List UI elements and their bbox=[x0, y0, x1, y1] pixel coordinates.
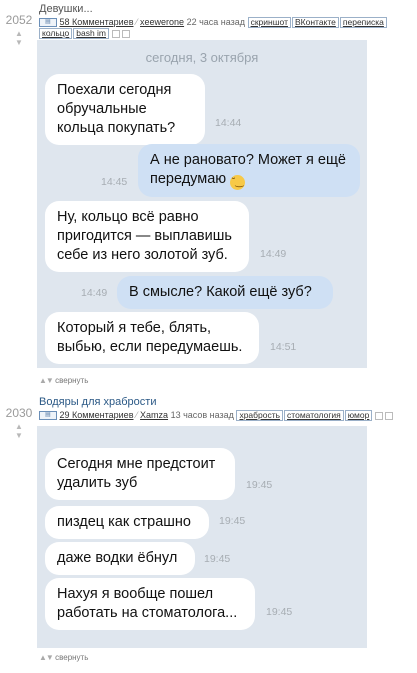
chat-screenshot: сегодня, 3 октября Поехали сегодня обруч… bbox=[37, 40, 367, 368]
tag[interactable]: кольцо bbox=[39, 28, 73, 39]
collapse-link[interactable]: ▲▼ свернуть bbox=[39, 653, 88, 662]
message-bubble: Который я тебе, блять, выбью, если перед… bbox=[45, 312, 259, 364]
message-time: 14:49 bbox=[260, 248, 287, 260]
story-title[interactable]: Девушки... bbox=[39, 3, 93, 15]
message-bubble: В смысле? Какой ещё зуб? bbox=[117, 276, 333, 309]
share-icon[interactable] bbox=[385, 411, 394, 420]
smirk-emoji-icon: ˘‿ bbox=[230, 175, 246, 190]
message-bubble: пиздец как страшно bbox=[45, 506, 209, 539]
vote-arrows[interactable]: ▲ ▼ bbox=[4, 29, 34, 47]
rating-value: 2052 bbox=[5, 13, 33, 27]
message-text: даже водки ёбнул bbox=[57, 550, 178, 566]
tag[interactable]: стоматология bbox=[284, 410, 344, 421]
message-bubble: Нахуя я вообще пошел работать на стомато… bbox=[45, 578, 255, 630]
message-bubble: даже водки ёбнул bbox=[45, 542, 195, 575]
tag[interactable]: скриншот bbox=[247, 17, 291, 28]
vote-arrows[interactable]: ▲ ▼ bbox=[4, 422, 34, 440]
comments-link[interactable]: 29 Комментариев bbox=[60, 410, 134, 420]
date-separator: сегодня, 3 октября bbox=[145, 50, 259, 65]
message-bubble: Поехали сегодня обручальные кольца покуп… bbox=[45, 74, 205, 145]
message-text: Ну, кольцо всё равно пригодится — выплав… bbox=[57, 209, 232, 263]
message-time: 19:45 bbox=[246, 479, 273, 491]
save-icon[interactable] bbox=[112, 29, 121, 38]
tag[interactable]: храбрость bbox=[236, 410, 284, 421]
message-text: В смысле? Какой ещё зуб? bbox=[129, 284, 312, 300]
time-ago: 13 часов назад bbox=[170, 410, 234, 420]
message-time: 19:45 bbox=[204, 553, 231, 565]
message-time: 19:45 bbox=[266, 606, 293, 618]
message-text: Который я тебе, блять, выбью, если перед… bbox=[57, 320, 243, 355]
time-ago: 22 часа назад bbox=[186, 17, 246, 27]
story-meta: ▤ 29 Комментариев ⁄ Xamza 13 часов назад… bbox=[39, 410, 413, 421]
message-text: пиздец как страшно bbox=[57, 514, 191, 530]
author-icon: ⁄ bbox=[136, 410, 138, 420]
collapse-arrows-icon: ▲▼ bbox=[39, 653, 54, 662]
save-icon[interactable] bbox=[375, 411, 384, 420]
story-meta: ▤ 58 Комментариев ⁄ xeewerone 22 часа на… bbox=[39, 17, 413, 39]
author-icon: ⁄ bbox=[136, 17, 138, 27]
collapse-label: свернуть bbox=[55, 653, 89, 662]
message-time: 14:45 bbox=[101, 176, 128, 188]
message-bubble: А не рановато? Может я ещё передумаю ˘‿ bbox=[138, 144, 360, 197]
message-text: Поехали сегодня обручальные кольца покуп… bbox=[57, 82, 176, 136]
comments-icon: ▤ bbox=[39, 18, 57, 28]
message-text: Нахуя я вообще пошел работать на стомато… bbox=[57, 586, 238, 621]
message-bubble: Сегодня мне предстоит удалить зуб bbox=[45, 448, 235, 500]
author-link[interactable]: xeewerone bbox=[140, 17, 184, 27]
tag[interactable]: переписка bbox=[339, 17, 387, 28]
author-link[interactable]: Xamza bbox=[140, 410, 168, 420]
message-text: А не рановато? Может я ещё передумаю bbox=[150, 152, 346, 187]
collapse-link[interactable]: ▲▼ свернуть bbox=[39, 376, 88, 385]
message-time: 19:45 bbox=[219, 515, 246, 527]
tag[interactable]: юмор bbox=[344, 410, 373, 421]
tag[interactable]: bash im bbox=[73, 28, 110, 39]
collapse-arrows-icon: ▲▼ bbox=[39, 376, 54, 385]
comments-icon: ▤ bbox=[39, 411, 57, 421]
message-time: 14:49 bbox=[81, 287, 108, 299]
message-time: 14:44 bbox=[215, 117, 242, 129]
rating-value: 2030 bbox=[5, 406, 33, 420]
story-rating: 2052 ▲ ▼ bbox=[4, 13, 34, 47]
story-title[interactable]: Водяры для храбрости bbox=[39, 396, 156, 408]
comments-link[interactable]: 58 Комментариев bbox=[60, 17, 134, 27]
collapse-label: свернуть bbox=[55, 376, 89, 385]
message-time: 14:51 bbox=[270, 341, 297, 353]
chat-screenshot: Сегодня мне предстоит удалить зуб 19:45 … bbox=[37, 426, 367, 648]
message-bubble: Ну, кольцо всё равно пригодится — выплав… bbox=[45, 201, 249, 272]
tag[interactable]: ВКонтакте bbox=[291, 17, 339, 28]
story-rating: 2030 ▲ ▼ bbox=[4, 406, 34, 440]
share-icon[interactable] bbox=[122, 29, 131, 38]
message-text: Сегодня мне предстоит удалить зуб bbox=[57, 456, 216, 491]
